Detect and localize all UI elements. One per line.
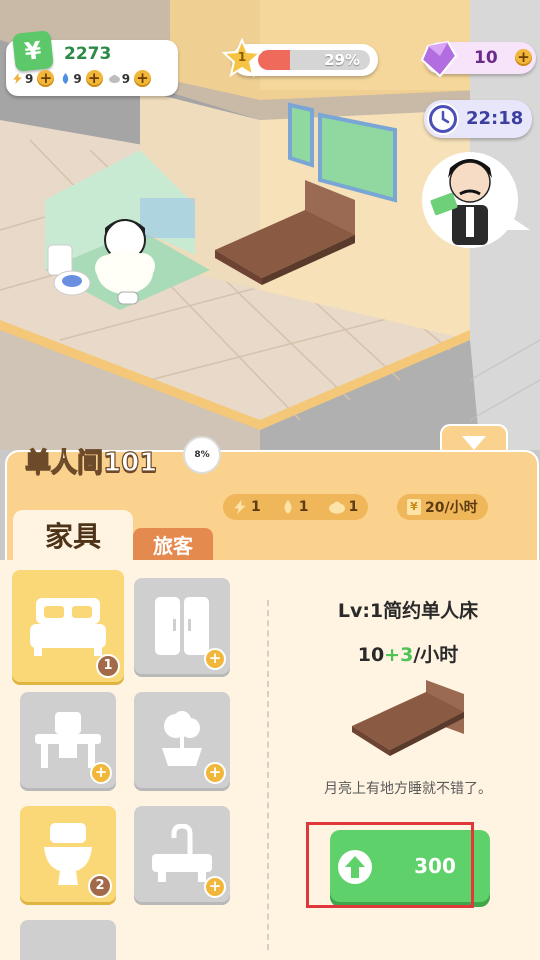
income-stat: ¥ 20/小时 — [397, 494, 488, 520]
wardrobe-icon — [155, 597, 209, 655]
bed-preview-image — [352, 680, 464, 756]
level-bar[interactable]: 29% 1 — [222, 38, 378, 78]
desk-icon — [35, 712, 101, 768]
room-panel: 单人间101 8% 1 1 1 ¥ 20/小时 家具 旅客 1 + + + 2 … — [0, 424, 540, 960]
yen-icon: ¥ — [12, 30, 54, 72]
highlight-box — [306, 822, 474, 908]
money-card: ¥ 2273 9 + 9 + 9 + — [6, 30, 178, 96]
room-progress-text: 8% — [194, 450, 210, 460]
resource-row: 9 + 9 + 9 + — [12, 70, 155, 87]
income-base: 10 — [357, 644, 385, 666]
furniture-card-plant[interactable]: + — [134, 692, 230, 788]
clock-time: 22:18 — [466, 108, 524, 129]
furniture-card-bed[interactable]: 1 — [12, 570, 124, 682]
furniture-card-toilet[interactable]: 2 — [20, 806, 116, 902]
level-progress-track: 29% — [258, 50, 370, 70]
cloud-icon — [328, 501, 345, 514]
add-energy-button[interactable]: + — [37, 70, 55, 87]
energy-icon — [234, 500, 246, 514]
water-icon — [284, 500, 292, 514]
income-unit: /小时 — [413, 644, 459, 666]
item-description: 月亮上有地方睡就不错了。 — [324, 781, 492, 797]
add-item-button[interactable]: + — [204, 876, 226, 898]
item-count-badge: 1 — [96, 654, 120, 678]
level-progress-text: 29% — [324, 51, 360, 69]
clock-widget: 22:18 — [424, 100, 532, 138]
gem-value: 10 — [474, 48, 498, 68]
stat-cloud: 1 — [348, 499, 359, 515]
room-stats: 1 1 1 — [223, 494, 369, 520]
item-name: Lv:1简约单人床 — [337, 600, 479, 622]
add-item-button[interactable]: + — [204, 762, 226, 784]
chevron-down-icon — [462, 436, 486, 450]
water-value: 9 — [73, 71, 82, 86]
add-water-button[interactable]: + — [85, 70, 103, 87]
item-income: 10+3/小时 — [280, 640, 536, 667]
furniture-card-sink[interactable]: + — [134, 806, 230, 902]
panel-body: 1 + + + 2 + Lv:1简约单人床 10+3/小时 月亮上有地方睡就不错… — [0, 560, 540, 960]
income-rate: 20/小时 — [425, 500, 478, 516]
income-bonus: +3 — [384, 644, 414, 666]
toilet-icon — [44, 823, 92, 885]
energy-value: 9 — [25, 71, 34, 86]
clock-icon — [427, 103, 459, 135]
room-progress-badge: 8% — [183, 436, 221, 474]
tab-guests[interactable]: 旅客 — [133, 528, 213, 564]
money-value: 2273 — [64, 44, 112, 64]
item-count-badge: 2 — [88, 874, 112, 898]
cloud-value: 9 — [121, 71, 131, 86]
gem-icon — [420, 40, 458, 78]
panel-header: 单人间101 8% 1 1 1 ¥ 20/小时 家具 旅客 — [5, 436, 539, 568]
furniture-card-wardrobe[interactable]: + — [134, 578, 230, 674]
gem-counter[interactable]: 10 + — [420, 40, 536, 78]
water-icon — [63, 73, 69, 84]
bed-icon — [30, 598, 106, 656]
add-item-button[interactable]: + — [204, 648, 226, 670]
add-gems-button[interactable]: + — [515, 49, 532, 66]
room-title: 单人间101 — [24, 447, 158, 478]
cloud-icon — [108, 74, 120, 84]
level-progress-fill — [258, 50, 291, 70]
plant-icon — [162, 711, 202, 766]
add-item-button[interactable]: + — [90, 762, 112, 784]
energy-icon — [13, 73, 22, 84]
yen-icon: ¥ — [407, 499, 421, 515]
add-cloud-button[interactable]: + — [134, 70, 152, 87]
furniture-card-partial[interactable] — [20, 920, 116, 960]
level-number: 1 — [237, 50, 247, 64]
divider — [267, 600, 269, 950]
sink-icon — [152, 824, 212, 882]
stat-water: 1 — [298, 499, 309, 515]
stat-energy: 1 — [251, 499, 261, 515]
furniture-card-desk[interactable]: + — [20, 692, 116, 788]
